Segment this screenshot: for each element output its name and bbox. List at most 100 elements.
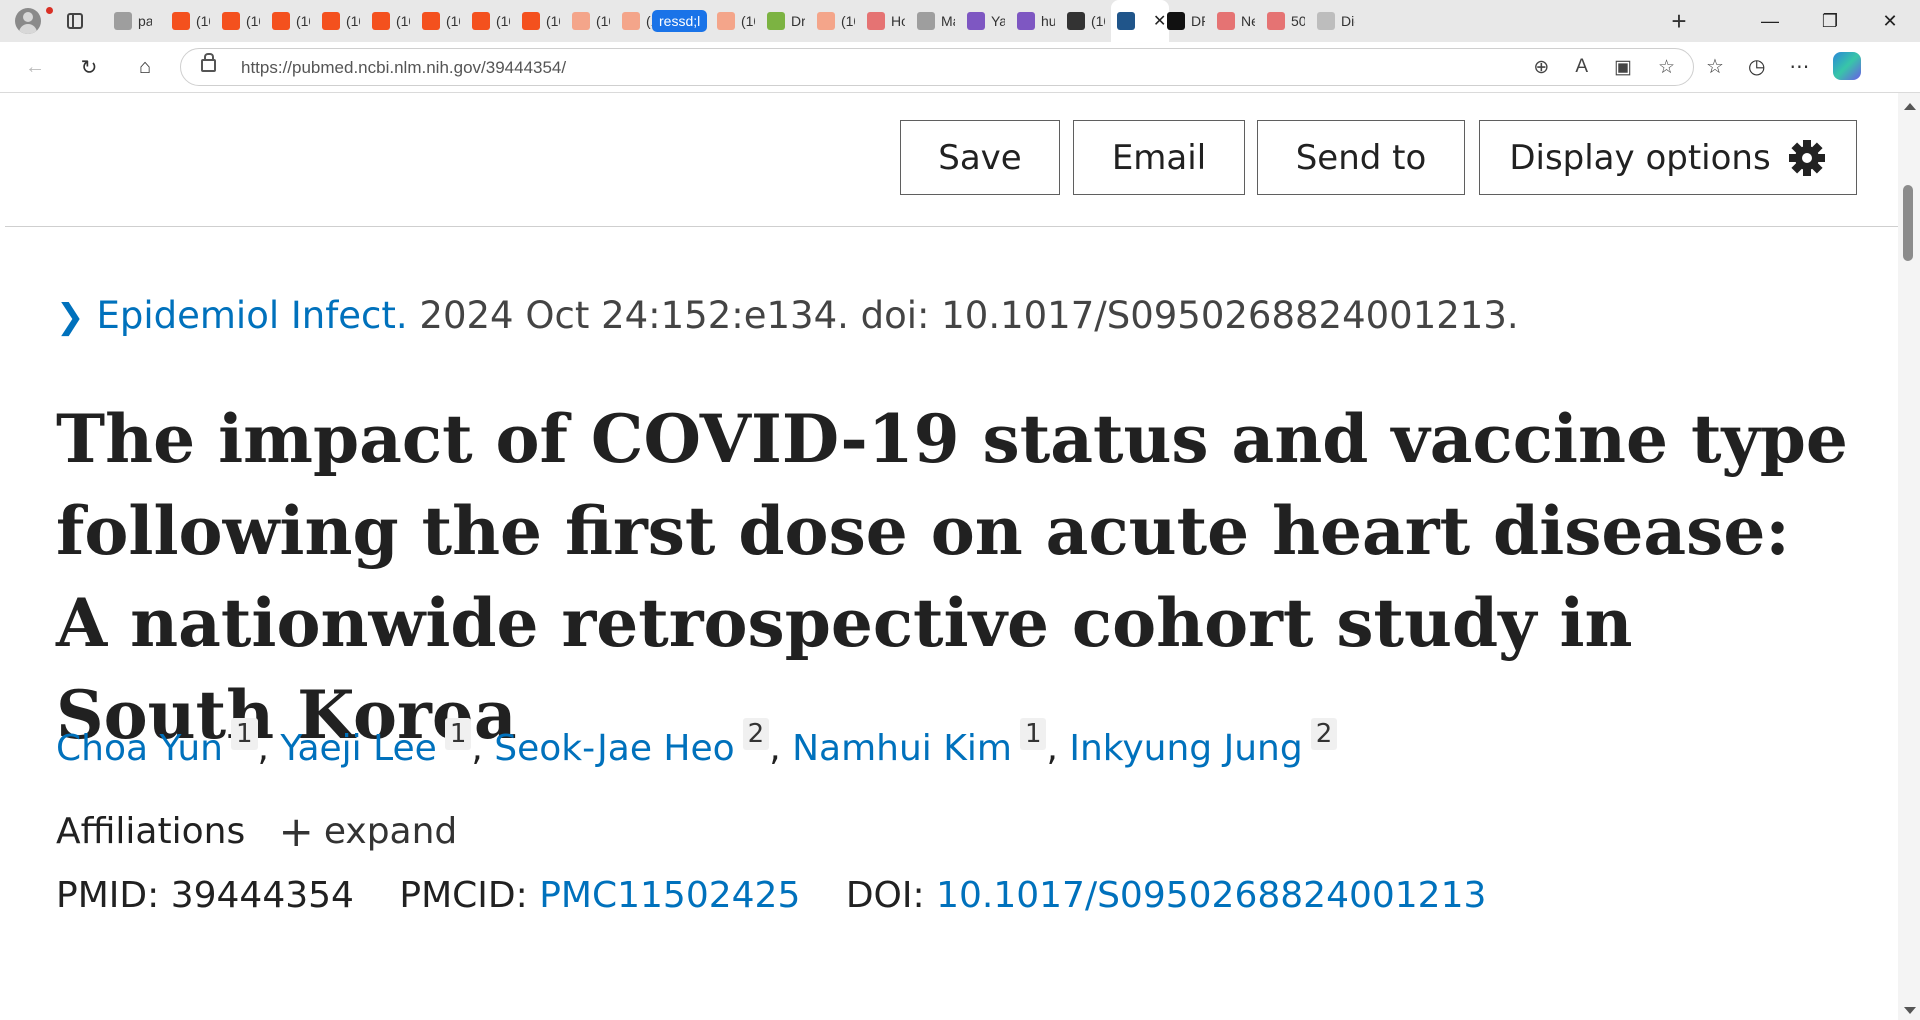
save-button[interactable]: Save	[900, 120, 1060, 195]
browser-tab[interactable]: Dic	[1311, 0, 1361, 42]
journal-link[interactable]: Epidemiol Infect.	[97, 294, 408, 337]
browser-tab[interactable]: (10	[1061, 0, 1111, 42]
browser-tab[interactable]: Ma	[911, 0, 961, 42]
tab-title: (10	[841, 13, 855, 29]
favorites-icon[interactable]: ☆	[1706, 54, 1724, 79]
new-tab-button[interactable]: +	[1664, 0, 1694, 42]
browser-tab[interactable]: (10	[366, 0, 416, 42]
scroll-down-icon[interactable]	[1904, 1007, 1916, 1014]
restore-icon[interactable]: ❐	[1800, 11, 1860, 32]
browser-tab[interactable]: ressd;l	[646, 0, 710, 42]
tab-title: (10	[396, 13, 410, 29]
video-icon	[1267, 12, 1285, 30]
tab-title: hu	[1041, 13, 1055, 29]
dr-icon	[1167, 12, 1185, 30]
url-text: https://pubmed.ncbi.nlm.nih.gov/39444354…	[241, 58, 567, 77]
browser-tab[interactable]: (10	[316, 0, 366, 42]
browser-tab[interactable]: Ho	[861, 0, 911, 42]
pubmed-article-page: Save Email Send to Display options ❯ Epi…	[0, 93, 1898, 1020]
affiliation-number[interactable]: 1	[1019, 718, 1047, 750]
browser-tab[interactable]: DR	[1161, 0, 1211, 42]
scrollbar-thumb[interactable]	[1903, 185, 1913, 261]
tab-group-label[interactable]: ressd;l	[652, 10, 708, 32]
bookmark-icon	[717, 12, 735, 30]
affiliations-row: Affiliations + expand	[56, 807, 457, 856]
doi-link[interactable]: 10.1017/S0950268824001213	[936, 875, 1486, 916]
author-link[interactable]: Seok-Jae Heo	[494, 728, 734, 769]
tab-title: pa	[138, 13, 152, 29]
browser-tab[interactable]: (10	[416, 0, 466, 42]
bookmark-icon	[222, 12, 240, 30]
tab-title: Dic	[1341, 13, 1355, 29]
tab-title: (10	[346, 13, 360, 29]
display-options-button[interactable]: Display options	[1479, 120, 1857, 195]
favorite-star-icon[interactable]: ☆	[1658, 56, 1675, 79]
copilot-icon[interactable]	[1833, 52, 1862, 80]
tab-strip: pa (10 (10 (10 (10 (10 (10 (10 (10 (10 (10 ressd;l (…	[0, 0, 1920, 42]
expand-affiliations-button[interactable]: + expand	[279, 807, 458, 856]
toolbar: ← ↻ ⌂ https://pubmed.ncbi.nlm.nih.gov/39…	[0, 42, 1920, 93]
citation-details: 2024 Oct 24:152:e134. doi: 10.1017/S0950…	[407, 294, 1519, 337]
back-icon[interactable]: ←	[20, 52, 50, 82]
browser-tab[interactable]: Yal	[961, 0, 1011, 42]
history-icon[interactable]: ◷	[1748, 54, 1765, 79]
chevron-right-icon[interactable]: ❯	[56, 297, 85, 337]
browser-tab[interactable]: (10	[216, 0, 266, 42]
vertical-tabs-icon	[67, 13, 83, 29]
affiliation-number[interactable]: 2	[1310, 718, 1338, 750]
pmcid-link[interactable]: PMC11502425	[539, 875, 800, 916]
minimize-icon[interactable]: —	[1740, 11, 1800, 32]
author-link[interactable]: Inkyung Jung	[1069, 728, 1302, 769]
pmid-value: 39444354	[170, 875, 354, 916]
avatar	[15, 8, 41, 34]
browser-tab[interactable]: (10	[166, 0, 216, 42]
tab-actions-button[interactable]	[60, 0, 90, 42]
tab-title: Dr	[791, 13, 805, 29]
address-bar[interactable]: https://pubmed.ncbi.nlm.nih.gov/39444354…	[180, 48, 1694, 86]
bookmark-icon	[817, 12, 835, 30]
scroll-up-icon[interactable]	[1904, 103, 1916, 110]
tab-title: (10	[446, 13, 460, 29]
browser-tab[interactable]: (10	[811, 0, 861, 42]
vertical-scrollbar[interactable]	[1898, 93, 1920, 1020]
read-aloud-icon[interactable]: A	[1575, 56, 1588, 79]
home-icon[interactable]: ⌂	[130, 52, 160, 82]
browser-tab[interactable]: 50	[1261, 0, 1311, 42]
bookmark-icon	[372, 12, 390, 30]
tab-title: (10	[546, 13, 560, 29]
doi-label: DOI:	[845, 875, 925, 916]
email-button[interactable]: Email	[1073, 120, 1245, 195]
pubmed-icon	[1117, 12, 1135, 30]
tab-list: pa (10 (10 (10 (10 (10 (10 (10 (10 (10 (10 ressd;l (…	[100, 0, 1670, 42]
yahoo-icon	[1017, 12, 1035, 30]
browser-tab[interactable]: Dr	[761, 0, 811, 42]
browser-tab[interactable]: hu	[1011, 0, 1061, 42]
browser-tab[interactable]: (10	[266, 0, 316, 42]
browser-tab[interactable]: (10	[711, 0, 761, 42]
more-icon[interactable]: ⋯	[1789, 54, 1809, 79]
refresh-icon[interactable]: ↻	[74, 52, 104, 82]
tab-title: Ne	[1241, 13, 1255, 29]
tab-title: (10	[1091, 13, 1105, 29]
browser-tab[interactable]: pa	[108, 0, 158, 42]
tab-title: (10	[246, 13, 260, 29]
author-link[interactable]: Namhui Kim	[792, 728, 1012, 769]
close-icon[interactable]: ✕	[1860, 11, 1920, 32]
send-to-button[interactable]: Send to	[1257, 120, 1465, 195]
browser-tab[interactable]: Ne	[1211, 0, 1261, 42]
bookmark-icon	[322, 12, 340, 30]
doc-icon	[1317, 12, 1335, 30]
browser-tab[interactable]: (10	[466, 0, 516, 42]
author-link[interactable]: Choa Yun	[56, 728, 223, 769]
browser-tab[interactable]: (10	[516, 0, 566, 42]
immersive-reader-icon[interactable]: ▣	[1614, 56, 1632, 79]
affiliation-number[interactable]: 1	[230, 718, 258, 750]
affiliations-label: Affiliations	[56, 811, 246, 852]
affiliation-number[interactable]: 1	[444, 718, 472, 750]
browser-tab[interactable]: (10	[566, 0, 616, 42]
author-link[interactable]: Yaeji Lee	[280, 728, 436, 769]
profile-avatar[interactable]	[10, 0, 53, 42]
affiliation-number[interactable]: 2	[742, 718, 770, 750]
bookmark-icon	[472, 12, 490, 30]
zoom-icon[interactable]: ⊕	[1533, 56, 1549, 79]
